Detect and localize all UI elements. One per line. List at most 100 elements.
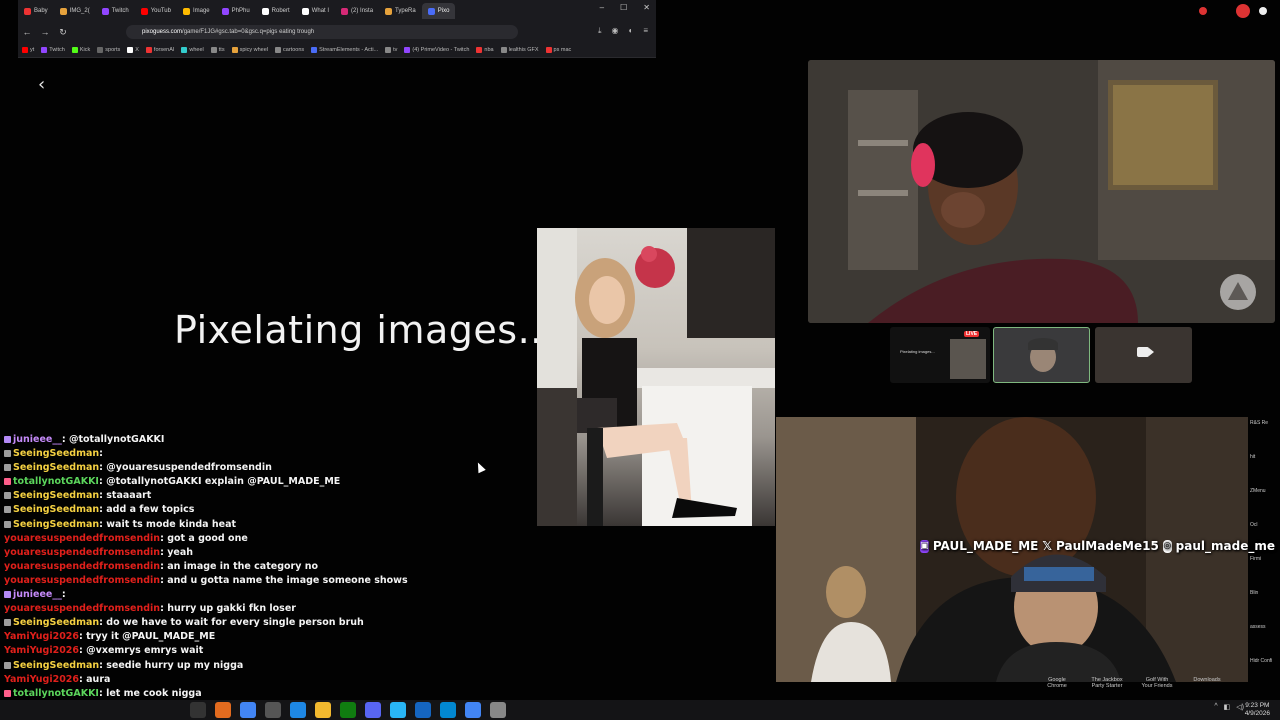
bookmark-item[interactable]: tv — [385, 46, 397, 53]
live-badge: LIVE — [964, 331, 980, 337]
clock[interactable]: 9:23 PM 4/9/2026 — [1245, 702, 1270, 718]
tab-label: (2) Insta — [351, 8, 374, 14]
desktop-right-label[interactable]: ZMenu — [1250, 488, 1280, 522]
extension-icon[interactable]: ◉ — [612, 26, 619, 36]
chevron-up-icon[interactable]: ^ — [1214, 703, 1217, 711]
browser-tab[interactable]: IMG_2( — [54, 3, 96, 19]
chrome-icon[interactable] — [240, 702, 256, 718]
tab-favicon-icon — [301, 7, 309, 15]
desktop-right-label[interactable]: hit — [1250, 454, 1280, 488]
thumb-camera-off[interactable] — [1095, 327, 1192, 383]
bookmark-item[interactable]: yt — [22, 46, 34, 53]
browser-tab[interactable]: Pixo — [421, 3, 456, 19]
chrome2-icon[interactable] — [465, 702, 481, 718]
profile-icon[interactable]: ◐ — [628, 26, 633, 36]
app-icon[interactable] — [290, 702, 306, 718]
browser-tab[interactable]: Robert — [256, 3, 296, 19]
tab-label: Pixo — [437, 8, 450, 14]
bookmark-icon — [210, 46, 217, 53]
chat-username: youaresuspendedfromsendin — [4, 532, 161, 544]
bookmark-item[interactable]: spicy wheel — [231, 46, 268, 53]
bookmark-item[interactable]: StreamElements - Acti... — [311, 46, 379, 53]
desktop-right-label[interactable]: Hidr Confi — [1250, 658, 1280, 692]
chat-message: SeeingSeedman: add a few topics — [4, 503, 524, 517]
chat-overlay: junieee__: @totallynotGAKKI SeeingSeedman… — [4, 433, 524, 701]
close-icon[interactable]: ✕ — [643, 3, 650, 12]
bookmark-item[interactable]: (4) PrimeVideo - Twitch — [404, 46, 469, 53]
bookmark-item[interactable]: sports — [97, 46, 120, 53]
chat-text: @totallynotGAKKI — [68, 434, 165, 445]
window-controls: – ☐ ✕ — [600, 3, 650, 12]
bookmark-item[interactable]: Twitch — [41, 46, 65, 53]
thumb-screen[interactable]: Pixelating images... LIVE — [890, 327, 990, 383]
desktop-right-label[interactable]: assess — [1250, 624, 1280, 658]
browser-tab[interactable]: Image — [177, 3, 216, 19]
bookmark-item[interactable]: ps mac — [545, 46, 571, 53]
window-icon[interactable] — [490, 702, 506, 718]
chat-text: and u gotta name the image someone shows — [167, 574, 408, 586]
chat-username: youaresuspendedfromsendin — [4, 546, 161, 558]
discord-icon[interactable] — [365, 702, 381, 718]
desktop-right-label[interactable]: Ocl — [1250, 522, 1280, 556]
browser-tab[interactable]: What I — [296, 3, 335, 19]
browser-tab[interactable]: TypeRa — [379, 3, 422, 19]
bookmark-label: nba — [484, 46, 494, 53]
menu-icon[interactable]: ≡ — [643, 26, 648, 36]
tab-favicon-icon — [341, 7, 349, 15]
search-icon[interactable] — [190, 702, 206, 718]
tab-label: IMG_2( — [69, 8, 90, 14]
bookmark-item[interactable]: Kick — [71, 46, 90, 53]
bookmark-item[interactable]: tts — [210, 46, 225, 53]
forward-icon[interactable]: → — [36, 27, 54, 37]
browser-tab[interactable]: (2) Insta — [335, 3, 379, 19]
xbox-icon[interactable] — [340, 702, 356, 718]
desktop-shortcut-label[interactable]: The Jackbox Party Starter — [1090, 677, 1124, 689]
chat-badge-icon — [4, 661, 11, 669]
volume-icon[interactable]: ◁) — [1236, 703, 1244, 711]
bookmark-item[interactable]: forsenAI — [145, 46, 174, 53]
taskbar-icons — [190, 702, 506, 718]
bookmark-item[interactable]: lealthis GFX — [500, 46, 539, 53]
desktop-shortcut-label[interactable]: Golf With Your Friends — [1140, 677, 1174, 689]
back-icon[interactable]: ← — [18, 27, 36, 37]
desktop-shortcut-label[interactable]: Google Chrome — [1040, 677, 1074, 689]
address-bar[interactable]: pixoguess.com/game/F1JG#gsc.tab=0&gsc.q=… — [126, 25, 518, 39]
chat-username: YamiYugi2026 — [4, 645, 80, 657]
chevron-left-icon[interactable]: ‹ — [38, 74, 45, 95]
desktop-right-label[interactable]: Firmi — [1250, 556, 1280, 590]
obs-icon[interactable] — [265, 702, 281, 718]
chat-badge-icon — [4, 506, 11, 514]
browser-tab[interactable]: Twitch — [96, 3, 135, 19]
desktop-shortcut-label[interactable]: Downloads — [1190, 677, 1224, 689]
download-icon[interactable]: ⤓ — [598, 26, 602, 36]
chat-badge-icon — [4, 520, 11, 528]
folder-icon[interactable] — [315, 702, 331, 718]
reload-icon[interactable]: ↻ — [54, 27, 72, 38]
chat-username: youaresuspendedfromsendin — [4, 603, 161, 615]
minimize-icon[interactable]: – — [600, 3, 604, 12]
desktop-right-label[interactable]: R&S Re — [1250, 420, 1280, 454]
bookmark-item[interactable]: cartoons — [275, 46, 304, 53]
app2-icon[interactable] — [390, 702, 406, 718]
tab-label: Image — [192, 8, 210, 14]
browser-tab[interactable]: YouTub — [135, 3, 177, 19]
bookmark-item[interactable]: nba — [476, 46, 494, 53]
maximize-icon[interactable]: ☐ — [620, 3, 627, 12]
app4-icon[interactable] — [440, 702, 456, 718]
network-icon[interactable]: ◧ — [1224, 703, 1231, 711]
chat-message: youaresuspendedfromsendin: and u gotta n… — [4, 574, 524, 588]
tab-favicon-icon — [182, 7, 190, 15]
browser-tab[interactable]: Baby — [18, 3, 54, 19]
bookmark-item[interactable]: wheel — [181, 46, 204, 53]
bookmark-label: StreamElements - Acti... — [319, 46, 379, 53]
bookmark-item[interactable]: X — [127, 46, 139, 53]
browser-tab[interactable]: PhPhu — [216, 3, 256, 19]
chat-message: SeeingSeedman: @youaresuspendedfromsendi… — [4, 461, 524, 475]
desktop-right-label[interactable]: Blin — [1250, 590, 1280, 624]
thumb-participant-2[interactable] — [993, 327, 1090, 383]
bookmark-label: Twitch — [49, 46, 65, 53]
chat-badge-icon — [4, 464, 11, 472]
firefox-icon[interactable] — [215, 702, 231, 718]
chat-text: let me cook nigga — [106, 687, 202, 699]
app3-icon[interactable] — [415, 702, 431, 718]
